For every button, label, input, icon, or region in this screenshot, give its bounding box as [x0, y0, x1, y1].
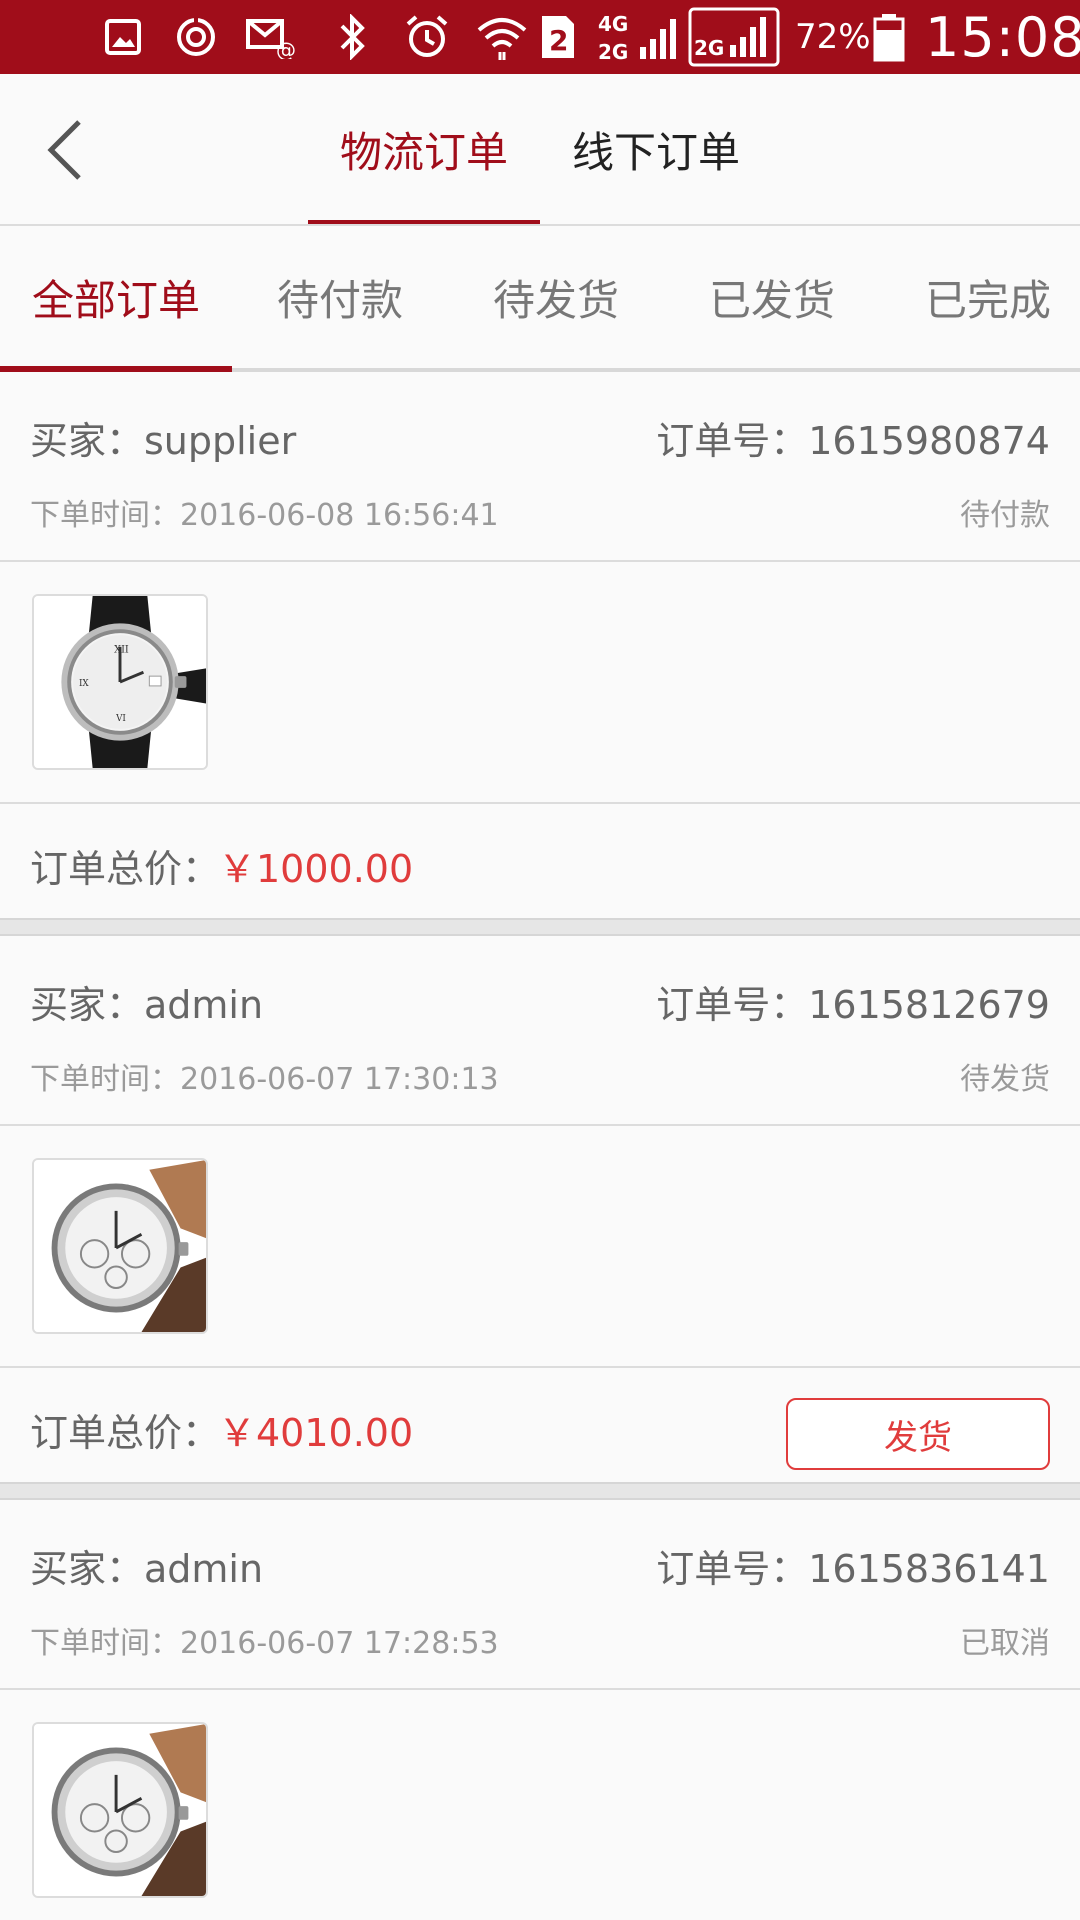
chevron-left-icon: [47, 120, 81, 180]
wifi-icon: [476, 0, 528, 74]
product-thumbnail[interactable]: [32, 1722, 208, 1898]
total-price: ￥4010.00: [218, 1411, 414, 1455]
sync-icon: [174, 0, 218, 74]
order-time: 下单时间：2016-06-07 17:30:13: [30, 1062, 499, 1097]
svg-text:IX: IX: [79, 679, 89, 689]
total-price: ￥1000.00: [218, 847, 414, 891]
order-products: [0, 1126, 1080, 1368]
order-status: 待发货: [960, 1062, 1050, 1097]
order-divider: [0, 1484, 1080, 1500]
order-header: 买家：admin 订单号：1615812679 下单时间：2016-06-07 …: [0, 936, 1080, 1126]
svg-text:@: @: [276, 38, 296, 59]
buyer-name: 买家：admin: [30, 1547, 264, 1591]
order-time: 下单时间：2016-06-07 17:28:53: [30, 1626, 499, 1661]
order-header: 买家：admin 订单号：1615836141 下单时间：2016-06-07 …: [0, 1500, 1080, 1690]
top-nav: 物流订单 线下订单: [0, 74, 1080, 226]
order-status-tabs: 全部订单 待付款 待发货 已发货 已完成: [0, 226, 1080, 372]
order-divider: [0, 920, 1080, 936]
order-status: 待付款: [960, 498, 1050, 533]
tab-pending-payment[interactable]: 待付款: [232, 226, 448, 368]
battery-percent: 72%: [795, 17, 871, 57]
image-icon: [104, 0, 142, 74]
order-footer: 订单总价： ￥1000.00: [0, 804, 1080, 918]
order-status: 已取消: [960, 1626, 1050, 1661]
total-label: 订单总价：: [30, 1411, 221, 1455]
svg-text:2: 2: [549, 24, 568, 57]
tab-logistics-orders[interactable]: 物流订单: [308, 74, 540, 224]
order-number: 订单号：1615836141: [656, 1547, 1050, 1591]
battery-icon: [872, 0, 906, 74]
tab-pending-shipment[interactable]: 待发货: [448, 226, 664, 368]
order-number: 订单号：1615812679: [656, 983, 1050, 1027]
watch-chrono-icon: [34, 1160, 206, 1332]
tab-completed[interactable]: 已完成: [880, 226, 1080, 368]
bluetooth-icon: [338, 0, 368, 74]
order-products: [0, 1690, 1080, 1920]
tab-offline-orders[interactable]: 线下订单: [540, 74, 772, 224]
total-label: 订单总价：: [30, 847, 221, 891]
order-header: 买家：supplier 订单号：1615980874 下单时间：2016-06-…: [0, 372, 1080, 562]
sim-2-icon: 2: [538, 0, 578, 74]
signal-4g-2g-icon: 4G 2G: [596, 0, 680, 74]
buyer-name: 买家：admin: [30, 983, 264, 1027]
svg-text:VI: VI: [115, 714, 126, 724]
watch-chrono-icon: [34, 1724, 206, 1896]
order-card[interactable]: 买家：admin 订单号：1615836141 下单时间：2016-06-07 …: [0, 1500, 1080, 1920]
svg-text:2G: 2G: [598, 40, 628, 64]
svg-text:2G: 2G: [694, 36, 724, 60]
order-card[interactable]: 买家：admin 订单号：1615812679 下单时间：2016-06-07 …: [0, 936, 1080, 1484]
product-thumbnail[interactable]: [32, 1158, 208, 1334]
order-footer: 订单总价： ￥4010.00 发货: [0, 1368, 1080, 1482]
tab-shipped[interactable]: 已发货: [664, 226, 880, 368]
back-button[interactable]: [30, 112, 100, 188]
svg-text:XII: XII: [114, 645, 129, 656]
buyer-name: 买家：supplier: [30, 419, 297, 463]
mail-icon: @: [246, 0, 296, 74]
order-card[interactable]: 买家：supplier 订单号：1615980874 下单时间：2016-06-…: [0, 372, 1080, 920]
tab-all-orders[interactable]: 全部订单: [0, 226, 232, 372]
clock: 15:08: [925, 5, 1080, 69]
order-products: XII VI IX: [0, 562, 1080, 804]
svg-text:4G: 4G: [598, 12, 628, 36]
order-time: 下单时间：2016-06-08 16:56:41: [30, 498, 499, 533]
order-number: 订单号：1615980874: [656, 419, 1050, 463]
signal-2g-icon: 2G: [688, 0, 780, 74]
ship-button[interactable]: 发货: [786, 1398, 1050, 1470]
watch-dress-icon: XII VI IX: [34, 596, 206, 768]
product-thumbnail[interactable]: XII VI IX: [32, 594, 208, 770]
alarm-icon: [404, 0, 450, 74]
order-list: 买家：supplier 订单号：1615980874 下单时间：2016-06-…: [0, 372, 1080, 1920]
status-bar: @ 2 4G 2G 2G 72% 15:08: [0, 0, 1080, 74]
